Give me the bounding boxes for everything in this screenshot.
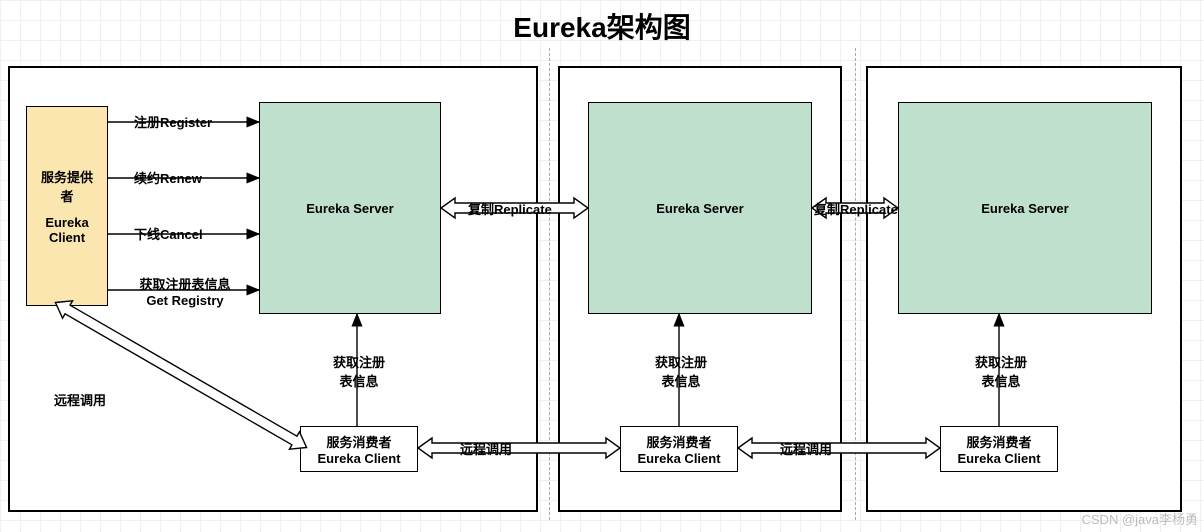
edge-label-remote-call: 远程调用 <box>54 390 106 409</box>
label-line: 获取注册表信息 <box>139 277 230 292</box>
label-line: 获取注册 <box>975 355 1027 370</box>
edge-label-cancel: 下线Cancel <box>134 224 203 243</box>
label-line: 获取注册 <box>655 355 707 370</box>
label-line: 获取注册 <box>333 355 385 370</box>
edge-label-remote-call: 远程调用 <box>780 439 832 458</box>
label-line: Get Registry <box>146 293 223 308</box>
label-line: 表信息 <box>339 374 378 389</box>
edge-label-get-info: 获取注册 表信息 <box>946 352 1056 390</box>
edge-label-register: 注册Register <box>134 112 212 131</box>
edge-label-replicate: 复制Replicate <box>814 199 898 218</box>
edge-label-get-info: 获取注册 表信息 <box>304 352 414 390</box>
edge-label-get-info: 获取注册 表信息 <box>626 352 736 390</box>
double-arrow-diagonal <box>56 300 306 450</box>
edge-label-renew: 续约Renew <box>134 168 202 187</box>
edge-label-remote-call: 远程调用 <box>460 439 512 458</box>
label-line: 表信息 <box>661 374 700 389</box>
watermark: CSDN @java李杨勇 <box>1082 509 1199 528</box>
label-line: 表信息 <box>981 374 1020 389</box>
double-arrow-remote <box>738 436 940 460</box>
edge-label-replicate: 复制Replicate <box>468 199 552 218</box>
double-arrow-remote <box>418 436 620 460</box>
edge-label-get-registry: 获取注册表信息 Get Registry <box>130 274 240 308</box>
